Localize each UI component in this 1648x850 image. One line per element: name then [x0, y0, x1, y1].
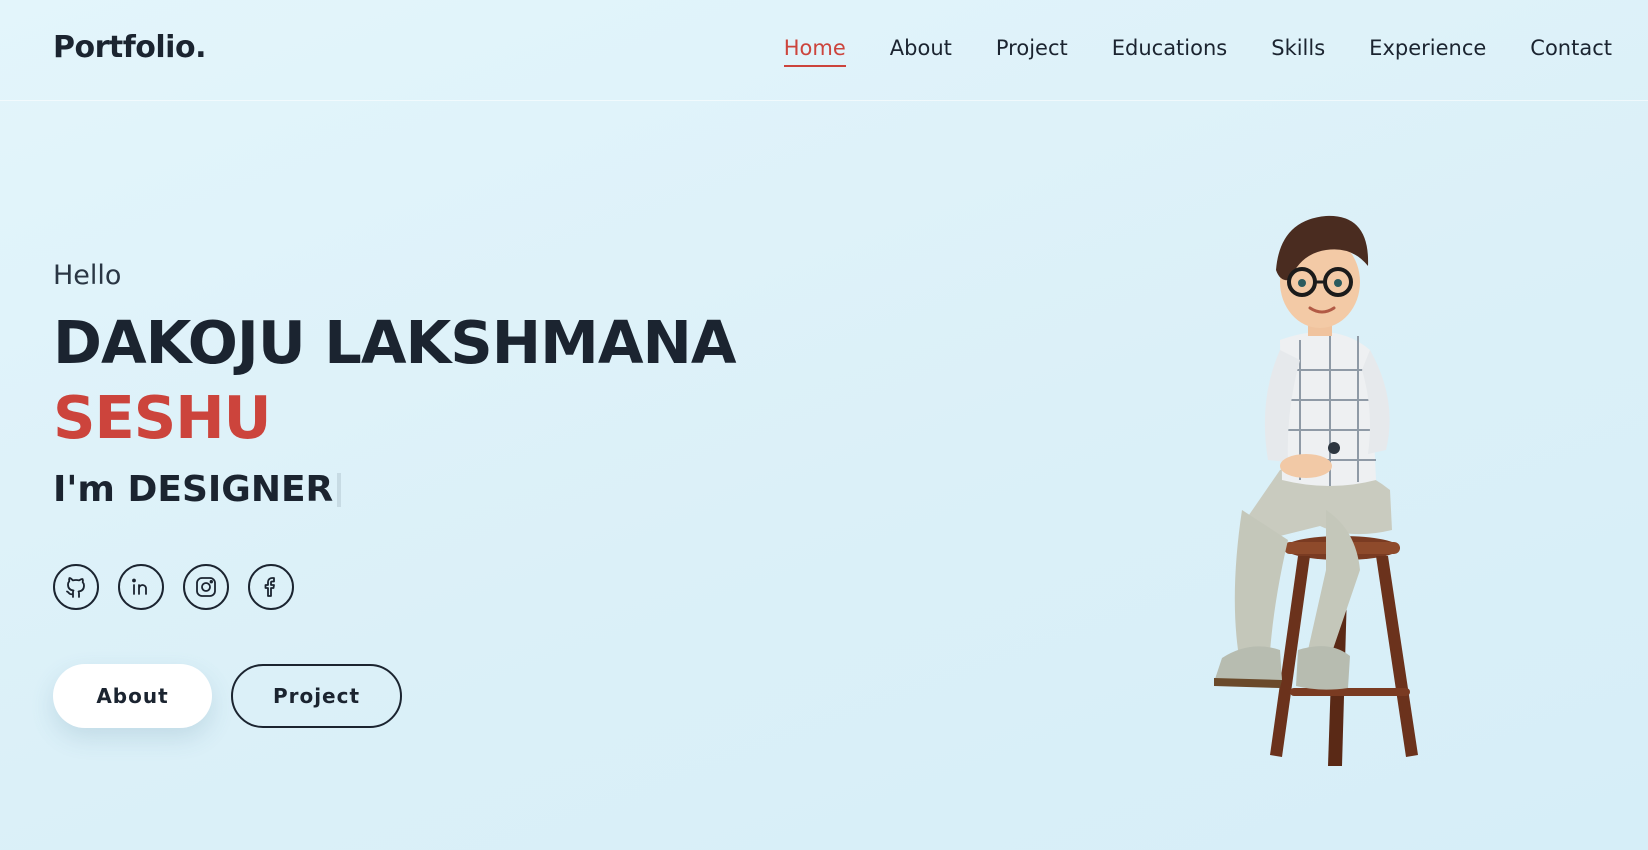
hero-buttons: About Project: [53, 664, 402, 728]
linkedin-icon[interactable]: [118, 564, 164, 610]
figure-head: [1276, 215, 1369, 336]
hero-name-first: DAKOJU LAKSHMANA: [53, 308, 737, 377]
github-icon[interactable]: [53, 564, 99, 610]
social-links: [53, 564, 294, 610]
avatar-illustration: [1130, 210, 1460, 770]
figure-torso: [1264, 330, 1390, 486]
nav-home[interactable]: Home: [783, 36, 846, 67]
site-header: Portfolio. Home About Project Educations…: [0, 0, 1648, 101]
project-button[interactable]: Project: [231, 664, 402, 728]
role-prefix: I'm: [53, 469, 115, 510]
logo[interactable]: Portfolio.: [53, 30, 206, 65]
nav-project[interactable]: Project: [996, 36, 1068, 67]
facebook-icon[interactable]: [248, 564, 294, 610]
nav-experience[interactable]: Experience: [1369, 36, 1486, 67]
nav-contact[interactable]: Contact: [1530, 36, 1612, 67]
nav-skills[interactable]: Skills: [1271, 36, 1325, 67]
greeting-text: Hello: [53, 260, 122, 291]
typing-caret: [337, 472, 342, 507]
role-typed-word: DESIGNER: [127, 469, 334, 510]
nav-educations[interactable]: Educations: [1112, 36, 1228, 67]
hero-intro: Hello DAKOJU LAKSHMANA SESHU I'm DESIGNE…: [53, 260, 737, 510]
nav-about[interactable]: About: [890, 36, 952, 67]
about-button[interactable]: About: [53, 664, 212, 728]
hero-name-last: SESHU: [53, 383, 272, 452]
instagram-icon[interactable]: [183, 564, 229, 610]
role-line: I'm DESIGNER: [53, 469, 736, 510]
main-nav: Home About Project Educations Skills Exp…: [783, 36, 1612, 67]
